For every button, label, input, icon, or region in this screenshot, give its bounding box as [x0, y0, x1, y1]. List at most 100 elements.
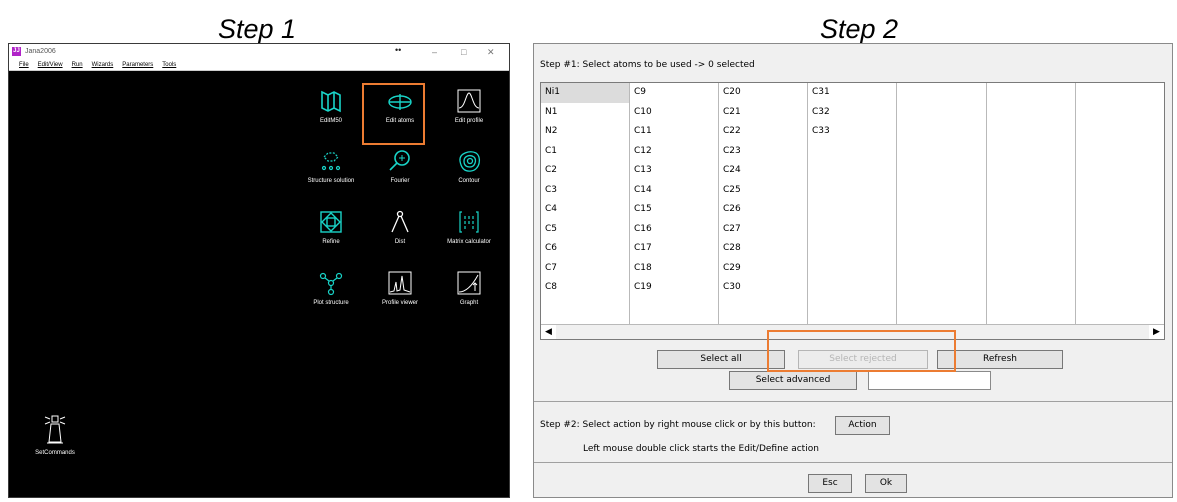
select-advanced-input[interactable] — [868, 371, 991, 390]
atom-cell[interactable]: C8 — [541, 278, 629, 298]
atom-cell[interactable]: C14 — [630, 181, 718, 201]
title-bar: JJ Jana2006 •• – □ ✕ — [9, 44, 509, 60]
atom-cell[interactable]: N1 — [541, 103, 629, 123]
edit-atoms-dialog: Step #1: Select atoms to be used -> 0 se… — [533, 43, 1173, 498]
select-advanced-button[interactable]: Select advanced — [729, 371, 857, 390]
atom-cell[interactable]: C6 — [541, 239, 629, 259]
atom-cell[interactable]: C1 — [541, 142, 629, 162]
atom-cell[interactable]: C33 — [808, 122, 896, 142]
resize-grip-icon: •• — [395, 45, 402, 55]
atom-cell[interactable]: C20 — [719, 83, 807, 103]
tool-matrix-calculator[interactable]: Matrix calculator — [435, 209, 503, 245]
tool-label: Edit profile — [454, 118, 484, 124]
atom-cell[interactable]: C16 — [630, 220, 718, 240]
tool-label: EditM50 — [319, 118, 342, 124]
atoms-column-1: Ni1 N1 N2 C1 C2 C3 C4 C5 C6 C7 C8 — [541, 83, 630, 324]
scroll-left-icon[interactable]: ◀ — [541, 325, 556, 339]
atom-cell[interactable]: C30 — [719, 278, 807, 298]
menu-edit-view[interactable]: Edit/View — [38, 60, 63, 70]
atom-cell[interactable]: C31 — [808, 83, 896, 103]
atom-cell[interactable]: C2 — [541, 161, 629, 181]
atom-cell[interactable]: C28 — [719, 239, 807, 259]
atom-cell[interactable]: C12 — [630, 142, 718, 162]
atom-cell[interactable]: C17 — [630, 239, 718, 259]
tool-plot-structure[interactable]: Plot structure — [297, 270, 365, 306]
refine-icon — [320, 211, 342, 233]
menu-parameters[interactable]: Parameters — [122, 60, 153, 70]
atom-cell[interactable]: C18 — [630, 259, 718, 279]
atom-cell[interactable]: C25 — [719, 181, 807, 201]
atoms-column-4: C31 C32 C33 — [808, 83, 897, 324]
tool-contour[interactable]: Contour — [435, 148, 503, 184]
close-button[interactable]: ✕ — [487, 47, 495, 58]
atom-cell[interactable]: C22 — [719, 122, 807, 142]
atom-cell[interactable]: C15 — [630, 200, 718, 220]
menu-bar: File Edit/View Run Wizards Parameters To… — [9, 60, 509, 71]
tool-label: Structure solution — [307, 178, 355, 184]
menu-file[interactable]: File — [19, 60, 29, 70]
fourier-icon — [389, 150, 410, 171]
atom-cell[interactable]: C21 — [719, 103, 807, 123]
esc-button[interactable]: Esc — [808, 474, 852, 493]
tool-profile-viewer[interactable]: Profile viewer — [366, 270, 434, 306]
atom-cell[interactable]: C3 — [541, 181, 629, 201]
matrix-calculator-icon — [459, 211, 479, 233]
atom-cell[interactable]: C11 — [630, 122, 718, 142]
menu-tools[interactable]: Tools — [162, 60, 176, 70]
tool-label: Plot structure — [313, 300, 349, 306]
atom-cell[interactable]: C26 — [719, 200, 807, 220]
contour-icon — [459, 151, 481, 172]
atom-cell[interactable]: C9 — [630, 83, 718, 103]
atom-cell[interactable]: C4 — [541, 200, 629, 220]
atom-cell[interactable]: Ni1 — [541, 83, 629, 103]
grapht-icon — [457, 271, 481, 295]
menu-wizards[interactable]: Wizards — [92, 60, 114, 70]
tool-label: Dist — [394, 239, 406, 245]
step-1-caption: Step 1 — [218, 14, 297, 44]
atom-cell[interactable]: C10 — [630, 103, 718, 123]
atoms-column-6 — [987, 83, 1076, 324]
section-divider — [534, 401, 1172, 402]
atom-cell[interactable]: C7 — [541, 259, 629, 279]
atoms-column-5 — [897, 83, 987, 324]
tool-label: Fourier — [390, 178, 410, 184]
double-click-hint: Left mouse double click starts the Edit/… — [583, 444, 819, 454]
tool-editm50[interactable]: EditM50 — [297, 88, 365, 124]
atom-cell[interactable]: C5 — [541, 220, 629, 240]
atom-cell[interactable]: C24 — [719, 161, 807, 181]
atom-cell[interactable]: C13 — [630, 161, 718, 181]
ok-button[interactable]: Ok — [865, 474, 907, 493]
scroll-right-icon[interactable]: ▶ — [1149, 325, 1164, 339]
edit-atoms-highlight — [362, 83, 425, 145]
lighthouse-icon — [44, 415, 66, 444]
atom-cell[interactable]: C19 — [630, 278, 718, 298]
action-button[interactable]: Action — [835, 416, 890, 435]
atoms-column-3: C20 C21 C22 C23 C24 C25 C26 C27 C28 C29 … — [719, 83, 808, 324]
atom-cell[interactable]: C32 — [808, 103, 896, 123]
atom-cell[interactable]: C29 — [719, 259, 807, 279]
atoms-grid[interactable]: Ni1 N1 N2 C1 C2 C3 C4 C5 C6 C7 C8 C9 C10… — [540, 82, 1165, 340]
tool-fourier[interactable]: Fourier — [366, 148, 434, 184]
edit-profile-icon — [457, 89, 481, 113]
profile-viewer-icon — [388, 271, 412, 295]
structure-solution-icon — [321, 152, 341, 171]
tool-setcommands[interactable]: SetCommands — [21, 412, 89, 456]
tool-refine[interactable]: Refine — [297, 209, 365, 245]
select-all-button[interactable]: Select all — [657, 350, 785, 369]
tool-edit-profile[interactable]: Edit profile — [435, 88, 503, 124]
tool-dist[interactable]: Dist — [366, 209, 434, 245]
tool-label: Contour — [458, 178, 480, 184]
tool-label: Profile viewer — [381, 300, 418, 306]
atoms-column-7 — [1076, 83, 1164, 324]
plot-structure-icon — [319, 272, 343, 296]
tool-structure-solution[interactable]: Structure solution — [297, 148, 365, 184]
tool-grapht[interactable]: Grapht — [435, 270, 503, 306]
atom-cell[interactable]: N2 — [541, 122, 629, 142]
tool-label: Grapht — [459, 300, 479, 306]
atom-cell[interactable]: C23 — [719, 142, 807, 162]
menu-run[interactable]: Run — [72, 60, 83, 70]
atom-cell[interactable]: C27 — [719, 220, 807, 240]
maximize-button[interactable]: □ — [461, 47, 466, 57]
minimize-button[interactable]: – — [432, 47, 437, 57]
step2-label: Step #2: Select action by right mouse cl… — [540, 420, 816, 430]
